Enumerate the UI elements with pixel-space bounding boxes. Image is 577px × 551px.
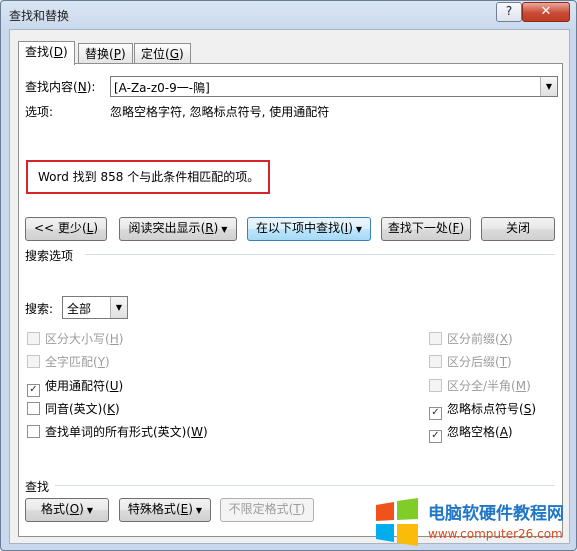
tab-replace[interactable]: 替换(P) bbox=[78, 43, 133, 64]
chevron-down-icon[interactable]: ▼ bbox=[110, 297, 127, 318]
chevron-down-icon[interactable]: ▼ bbox=[540, 77, 557, 96]
find-panel: 查找内容(N): [A-Za-z0-9一-隝] ▼ 选项: 忽略空格字符, 忽略… bbox=[18, 63, 563, 537]
help-button[interactable]: ? bbox=[496, 2, 522, 22]
ignore-punctuation-checkbox[interactable]: ✓ 忽略标点符号(S) bbox=[429, 400, 536, 420]
match-prefix-checkbox[interactable]: 区分前缀(X) bbox=[429, 330, 513, 347]
find-group-label: 查找 bbox=[25, 480, 50, 494]
watermark-site-name: 电脑软硬件教程网 bbox=[428, 504, 564, 524]
dropdown-arrow-icon: ▼ bbox=[221, 225, 228, 234]
reading-highlight-button[interactable]: 阅读突出显示(R) ▼ bbox=[119, 217, 237, 241]
close-window-button[interactable]: ✕ bbox=[522, 2, 570, 22]
match-width-checkbox[interactable]: 区分全/半角(M) bbox=[429, 377, 531, 394]
tab-goto[interactable]: 定位(G) bbox=[134, 43, 191, 64]
sounds-like-checkbox[interactable]: 同音(英文)(K) bbox=[27, 400, 120, 417]
find-what-value: [A-Za-z0-9一-隝] bbox=[114, 81, 210, 95]
windows-logo-icon bbox=[376, 498, 418, 546]
divider bbox=[85, 254, 555, 255]
search-options-group-label: 搜索选项 bbox=[25, 249, 74, 263]
checkbox-box bbox=[429, 355, 442, 368]
less-button[interactable]: << 更少(L) bbox=[25, 217, 107, 241]
dropdown-arrow-icon: ▼ bbox=[355, 225, 363, 234]
checkbox-box bbox=[429, 332, 442, 345]
title-bar[interactable]: 查找和替换 ? ✕ bbox=[1, 1, 576, 29]
dropdown-arrow-icon: ▼ bbox=[195, 506, 203, 515]
close-button[interactable]: 关闭 bbox=[481, 217, 555, 241]
watermark-url: www.computer26.com bbox=[428, 527, 563, 541]
result-message: Word 找到 858 个与此条件相匹配的项。 bbox=[26, 160, 270, 194]
find-in-button[interactable]: 在以下项中查找(I) ▼ bbox=[247, 217, 371, 241]
match-suffix-checkbox[interactable]: 区分后缀(T) bbox=[429, 353, 512, 370]
find-next-button[interactable]: 查找下一处(F) bbox=[381, 217, 471, 241]
format-button[interactable]: 格式(O) ▼ bbox=[25, 498, 109, 522]
all-word-forms-checkbox[interactable]: 查找单词的所有形式(英文)(W) bbox=[27, 423, 208, 440]
checkbox-box bbox=[27, 402, 40, 415]
search-direction-value: 全部 bbox=[67, 302, 92, 316]
checkbox-box bbox=[27, 355, 40, 368]
ignore-whitespace-checkbox[interactable]: ✓ 忽略空格(A) bbox=[429, 423, 513, 443]
check-mark-icon: ✓ bbox=[27, 384, 40, 397]
find-what-combobox[interactable]: [A-Za-z0-9一-隝] ▼ bbox=[110, 76, 558, 97]
search-direction-label: 搜索: bbox=[25, 302, 54, 316]
special-format-button[interactable]: 特殊格式(E) ▼ bbox=[119, 498, 211, 522]
checkbox-box bbox=[27, 332, 40, 345]
find-what-label: 查找内容(N): bbox=[25, 80, 96, 94]
use-wildcards-checkbox[interactable]: ✓ 使用通配符(U) bbox=[27, 377, 123, 397]
check-mark-icon: ✓ bbox=[429, 430, 442, 443]
checkbox-box bbox=[27, 425, 40, 438]
options-value: 忽略空格字符, 忽略标点符号, 使用通配符 bbox=[110, 105, 330, 119]
checkbox-box bbox=[429, 379, 442, 392]
match-case-checkbox[interactable]: 区分大小写(H) bbox=[27, 330, 123, 347]
window-title: 查找和替换 bbox=[9, 9, 70, 23]
whole-word-checkbox[interactable]: 全字匹配(Y) bbox=[27, 353, 110, 370]
site-watermark: 电脑软硬件教程网 www.computer26.com bbox=[372, 497, 577, 551]
find-replace-dialog: 查找和替换 ? ✕ 查找(D) 替换(P) 定位(G) 查找内容(N): [A-… bbox=[0, 0, 577, 551]
divider bbox=[55, 485, 555, 486]
options-label: 选项: bbox=[25, 105, 54, 119]
check-mark-icon: ✓ bbox=[429, 407, 442, 420]
dropdown-arrow-icon: ▼ bbox=[86, 506, 93, 515]
no-formatting-button[interactable]: 不限定格式(T) bbox=[220, 498, 314, 522]
dialog-client: 查找(D) 替换(P) 定位(G) 查找内容(N): [A-Za-z0-9一-隝… bbox=[9, 29, 570, 544]
search-direction-select[interactable]: 全部 ▼ bbox=[62, 296, 128, 319]
tab-find[interactable]: 查找(D) bbox=[18, 41, 75, 65]
